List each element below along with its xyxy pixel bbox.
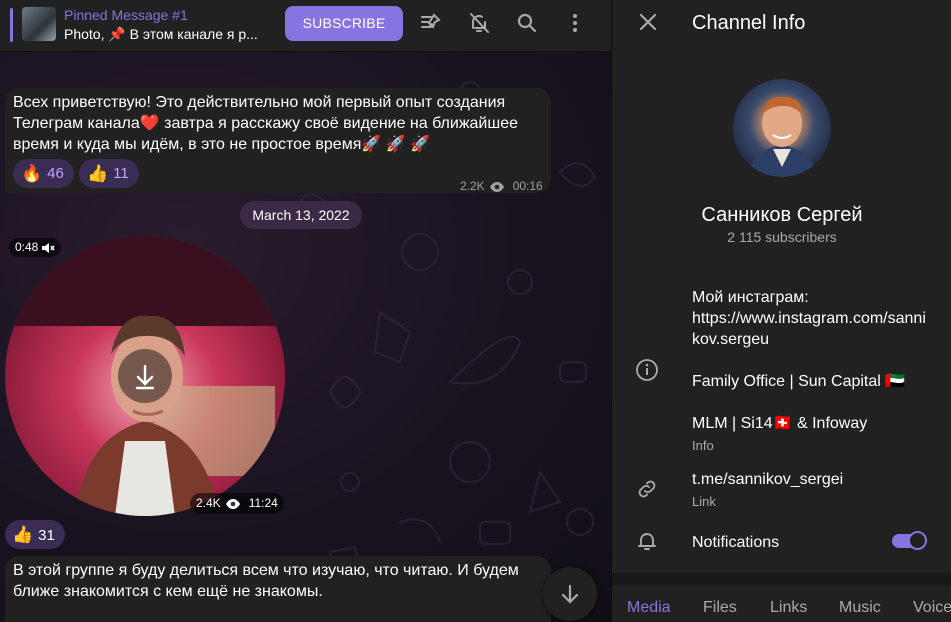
pinned-preview[interactable]: Photo, 📌 В этом канале я р...	[64, 26, 269, 43]
description-line: Мой инстаграм:	[692, 289, 809, 306]
link-icon	[638, 480, 656, 498]
reaction-emoji: 👍	[12, 525, 34, 544]
view-count: 2.2K	[460, 179, 485, 193]
description-line: MLM | Si14🇨🇭 & Infoway	[692, 415, 868, 432]
video-duration: 0:48	[9, 238, 62, 257]
pinned-indicator	[10, 8, 13, 42]
section-divider	[612, 573, 951, 585]
bell-icon	[638, 533, 656, 550]
avatar-image	[747, 96, 817, 177]
message-text: В этой группе я буду делиться всем что и…	[13, 562, 519, 600]
reaction-count: 46	[47, 165, 64, 182]
reaction-count: 31	[38, 527, 55, 544]
info-icon	[636, 359, 658, 381]
avatar[interactable]	[733, 79, 831, 177]
scroll-down-button[interactable]	[543, 567, 597, 621]
description-link[interactable]: https://www.instagram.com/sanni	[692, 308, 932, 329]
description-line: Family Office | Sun Capital 🇦🇪	[692, 373, 906, 390]
chat-header: Pinned Message #1 Photo, 📌 В этом канале…	[0, 0, 611, 52]
message-meta: 2.2K 00:16	[460, 176, 543, 197]
arrow-down-icon	[561, 584, 579, 604]
chat-panel: Pinned Message #1 Photo, 📌 В этом канале…	[0, 0, 611, 622]
download-icon	[135, 364, 155, 390]
search-icon[interactable]	[515, 11, 539, 35]
pinned-title[interactable]: Pinned Message #1	[64, 7, 188, 23]
message-bubble[interactable]: В этой группе я буду делиться всем что и…	[5, 556, 551, 622]
reaction-count: 11	[113, 165, 129, 182]
download-button[interactable]	[118, 349, 172, 403]
tab-music[interactable]: Music	[839, 599, 881, 617]
description-link[interactable]: kov.sergeu	[692, 329, 932, 350]
panel-title: Channel Info	[692, 12, 806, 34]
tab-links[interactable]: Links	[770, 599, 807, 617]
close-icon[interactable]	[636, 10, 660, 34]
message-time: 00:16	[512, 179, 543, 193]
channel-link[interactable]: t.me/sannikov_sergei	[692, 469, 932, 490]
reaction-thumbs-up[interactable]: 👍 11	[79, 159, 139, 188]
subscribe-button[interactable]: SUBSCRIBE	[285, 6, 403, 41]
reaction-fire[interactable]: 🔥 46	[13, 159, 74, 188]
eye-icon	[489, 181, 504, 192]
view-count: 2.4K	[196, 496, 221, 510]
bell-off-icon[interactable]	[467, 11, 491, 35]
channel-name: Санников Сергей	[701, 204, 863, 226]
tab-voice[interactable]: Voice	[913, 599, 951, 617]
tab-files[interactable]: Files	[703, 599, 737, 617]
eye-icon	[225, 498, 240, 509]
video-meta: 2.4K 11:24	[190, 493, 284, 514]
date-separator: March 13, 2022	[240, 201, 362, 229]
pin-list-icon[interactable]	[419, 11, 443, 35]
reaction-emoji: 👍	[87, 164, 109, 183]
message-time: 11:24	[248, 496, 278, 510]
message-text: Всех приветствую! Это действительно мой …	[13, 94, 518, 153]
reaction-emoji: 🔥	[21, 164, 43, 183]
message-bubble[interactable]: Всех приветствую! Это действительно мой …	[5, 88, 551, 193]
channel-info-panel: Channel Info Санников Сергей 2 115 subsc…	[611, 0, 951, 622]
tab-media[interactable]: Media	[627, 599, 671, 617]
description-label: Info	[692, 438, 714, 453]
reaction-thumbs-up[interactable]: 👍 31	[5, 520, 65, 549]
pinned-thumbnail[interactable]	[22, 7, 56, 41]
toggle-knob	[908, 531, 927, 550]
notifications-toggle[interactable]	[892, 531, 927, 550]
duration-text: 0:48	[15, 240, 39, 254]
more-vert-icon[interactable]	[563, 11, 587, 35]
link-label: Link	[692, 494, 716, 509]
muted-icon	[42, 242, 55, 253]
subscriber-count: 2 115 subscribers	[727, 229, 837, 245]
